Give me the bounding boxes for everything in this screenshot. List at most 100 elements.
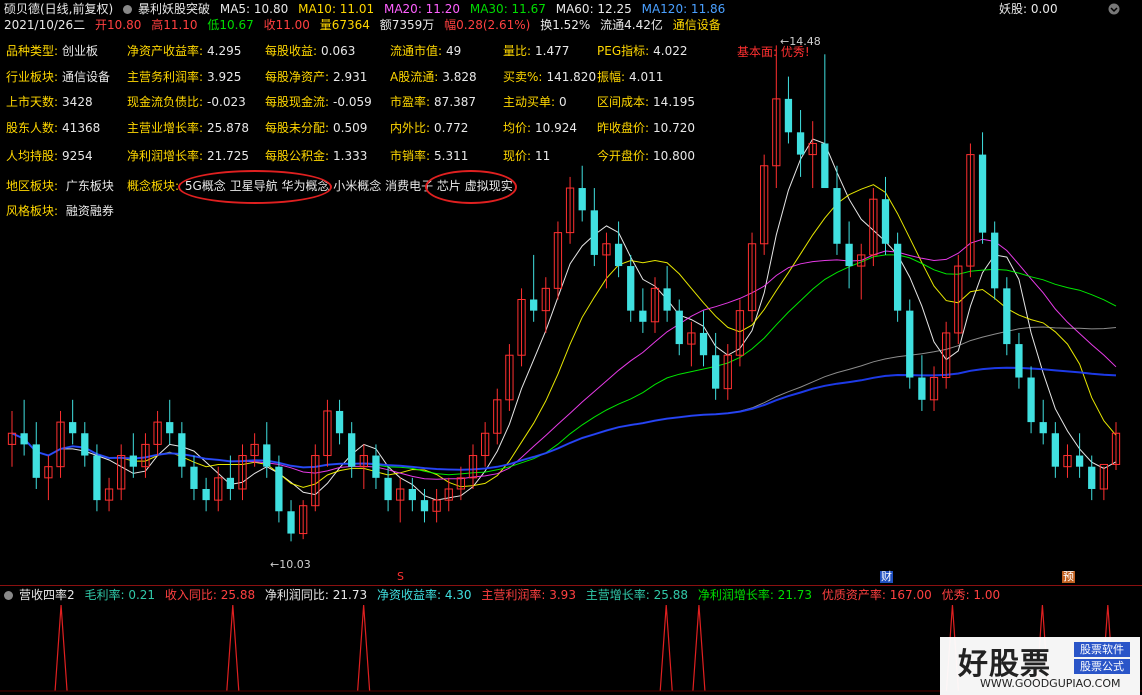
candle-body — [226, 477, 235, 489]
region-sector: 地区板块: 广东板块 — [6, 178, 114, 194]
fundamental-item: 现金流负债比: -0.023 — [127, 94, 246, 110]
candle-body — [20, 433, 28, 445]
chart-header: 硕贝德(日线,前复权) 暴利妖股突破 MA5: 10.80 MA10: 11.0… — [0, 0, 1142, 34]
fundamental-item: 均价: 10.924 — [503, 120, 577, 136]
fundamental-value: -0.059 — [333, 95, 372, 109]
fundamental-item: 主动买单: 0 — [503, 94, 567, 110]
candle-body — [699, 332, 708, 356]
fundamental-value: 5.311 — [434, 149, 469, 163]
yu-marker[interactable]: 预 — [1062, 571, 1075, 583]
candle-body — [991, 232, 999, 289]
fundamental-value: 0.772 — [434, 121, 469, 135]
candle-body — [1003, 288, 1011, 345]
candle-body — [335, 410, 344, 434]
candle-body — [639, 310, 647, 322]
fundamental-value: 25.878 — [207, 121, 250, 135]
candle-body — [918, 377, 926, 400]
fundamental-value: 11 — [535, 149, 551, 163]
fundamental-item: 现价: 11 — [503, 148, 550, 164]
fundamental-item: 净资产收益率: 4.295 — [127, 43, 241, 59]
fundamental-item: 每股净资产: 2.931 — [265, 69, 367, 85]
fundamental-label: 品种类型: — [6, 44, 59, 58]
indicator-title[interactable]: 营收四率2 — [19, 588, 75, 602]
fundamental-item: 量比: 1.477 — [503, 43, 569, 59]
yaogu-value: 妖股: 0.00 — [999, 2, 1058, 16]
fundamental-value: 9254 — [62, 149, 93, 163]
ma30-line — [11, 254, 1117, 476]
candle-body — [578, 188, 586, 211]
fundamental-item: 品种类型: 创业板 — [6, 43, 98, 59]
candle-body — [166, 422, 174, 434]
fundamental-label: 行业板块: — [6, 70, 59, 84]
fundamental-label: 每股收益: — [265, 44, 318, 58]
candle-body — [821, 143, 829, 189]
fundamental-label: 市盈率: — [390, 95, 431, 109]
fundamental-value: 41368 — [62, 121, 101, 135]
fundamental-item: 市销率: 5.311 — [390, 148, 468, 164]
stock-title[interactable]: 硕贝德(日线,前复权) — [4, 2, 113, 16]
candlestick-chart[interactable] — [0, 32, 1142, 585]
indicator-name[interactable]: 暴利妖股突破 — [138, 2, 210, 16]
candle-body — [1027, 377, 1035, 423]
fundamental-value: 10.800 — [653, 149, 696, 163]
indicator-values: 营收四率2 毛利率: 0.21 收入同比: 25.88 净利润同比: 21.73… — [4, 587, 1006, 603]
candle-body — [893, 243, 902, 311]
indicator-spike — [54, 604, 68, 692]
concept-label: 概念板块: — [127, 179, 180, 193]
region-label: 地区板块: — [6, 179, 59, 193]
net-profit-growth: 净利润增长率: 21.73 — [697, 588, 813, 602]
candle-body — [275, 466, 283, 512]
fundamental-label: 主动买单: — [503, 95, 556, 109]
chevron-down-icon[interactable] — [1108, 3, 1120, 15]
ma30-value: MA30: 11.67 — [469, 2, 546, 16]
fundamental-item: A股流通: 3.828 — [390, 69, 477, 85]
fundamental-value: 21.725 — [207, 149, 250, 163]
ma60-line — [11, 326, 1117, 471]
candle-body — [263, 444, 271, 467]
float: 流通4.42亿 — [600, 18, 663, 32]
fundamental-value: 87.387 — [434, 95, 477, 109]
quality-asset: 优质资产率: 167.00 — [821, 588, 932, 602]
header-row-1: 硕贝德(日线,前复权) 暴利妖股突破 MA5: 10.80 MA10: 11.0… — [4, 1, 731, 17]
fundamental-value: 通信设备 — [62, 70, 111, 84]
high: 高11.10 — [151, 18, 198, 32]
fundamental-label: 市销率: — [390, 149, 431, 163]
indicator-toggle-icon[interactable] — [123, 5, 133, 14]
fundamental-value: 10.924 — [535, 121, 578, 135]
fundamental-item: 区间成本: 14.195 — [597, 94, 695, 110]
candle-body — [627, 266, 635, 311]
style-sector: 风格板块: 融资融券 — [6, 203, 114, 219]
fundamental-label: 人均持股: — [6, 149, 59, 163]
fundamental-label: 每股净资产: — [265, 70, 330, 84]
fundamental-label: 每股公积金: — [265, 149, 330, 163]
fundamental-item: 行业板块: 通信设备 — [6, 69, 110, 85]
fundamental-value: 0 — [559, 95, 567, 109]
fundamental-item: 每股收益: 0.063 — [265, 43, 355, 59]
indicator-toggle-icon[interactable] — [4, 591, 13, 600]
fundamental-item: 主营务利润率: 3.925 — [127, 69, 241, 85]
s-marker[interactable]: S — [396, 571, 405, 583]
fundamental-value: 0.509 — [333, 121, 368, 135]
fundamental-value: 4.011 — [629, 70, 664, 84]
close: 收11.00 — [263, 18, 310, 32]
candle-body — [420, 500, 429, 512]
fundamental-value: 141.820 — [546, 70, 597, 84]
fundamental-value: 49 — [446, 44, 462, 58]
main-profit-rate: 主营利润率: 3.93 — [481, 588, 576, 602]
fundamental-label: 主营业增长率: — [127, 121, 204, 135]
fundamental-label: PEG指标: — [597, 44, 650, 58]
fundamental-label: 每股未分配: — [265, 121, 330, 135]
volume: 量67364 — [319, 18, 370, 32]
candle-body — [1051, 433, 1059, 467]
cai-marker[interactable]: 财 — [880, 571, 893, 583]
fundamental-label: A股流通: — [390, 70, 439, 84]
candle-body — [178, 433, 186, 467]
fundamental-value: 0.063 — [321, 44, 356, 58]
fundamental-value: 3428 — [62, 95, 93, 109]
candle-body — [69, 422, 77, 434]
roe: 净资收益率: 4.30 — [376, 588, 472, 602]
candle-body — [408, 488, 416, 501]
candle-body — [881, 199, 890, 244]
fundamental-label: 上市天数: — [6, 95, 59, 109]
candle-body — [1075, 455, 1084, 467]
